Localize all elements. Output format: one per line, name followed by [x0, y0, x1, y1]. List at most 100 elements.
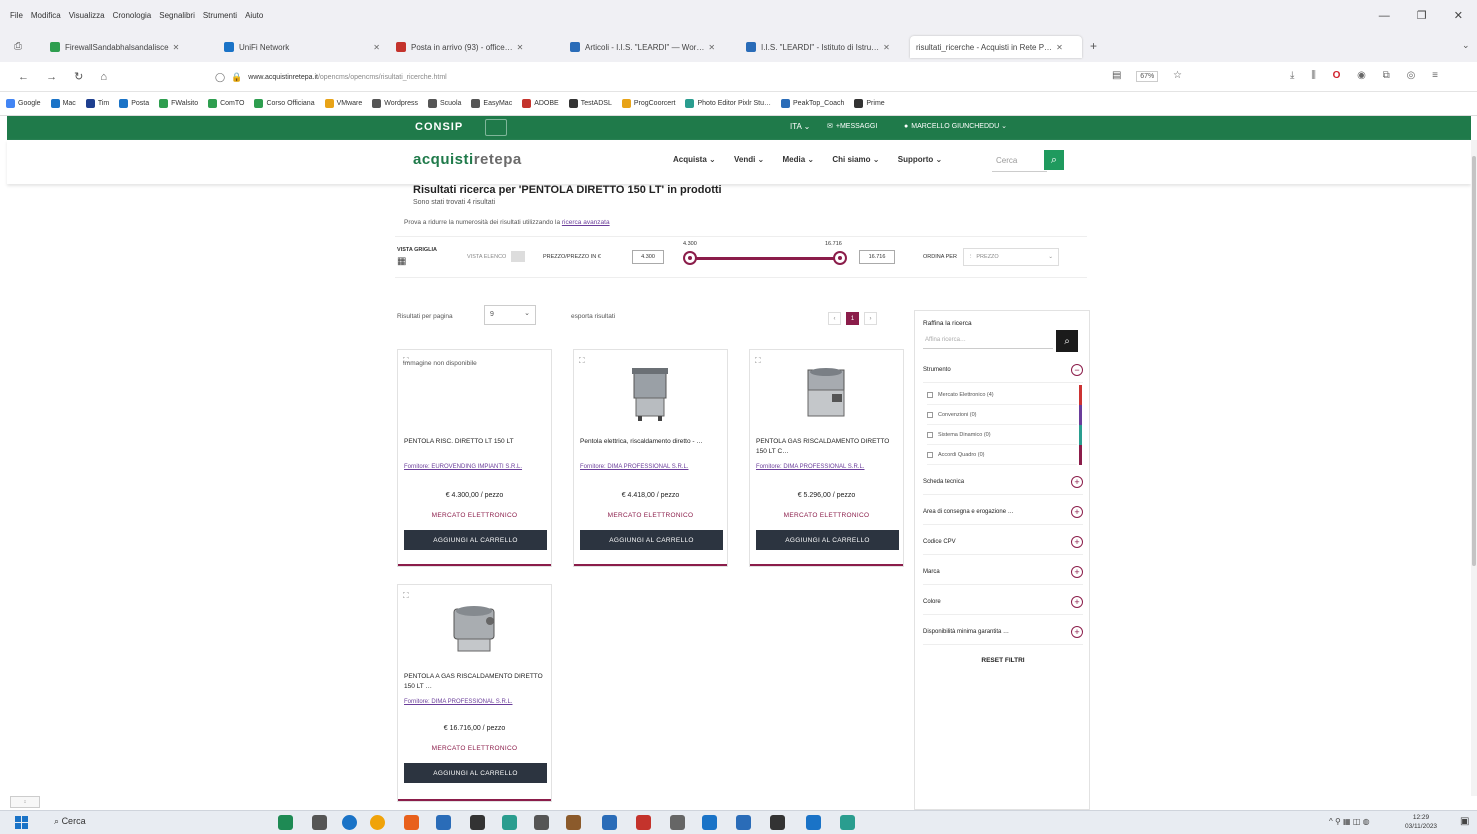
checkbox[interactable]: [927, 391, 933, 398]
tab-risultati[interactable]: risultati_ricerche - Acquisti in Rete P……: [910, 36, 1082, 58]
pagination-prev[interactable]: ‹: [828, 312, 841, 325]
nav-supporto[interactable]: Supporto ⌄: [898, 155, 942, 164]
product-image[interactable]: [450, 599, 498, 657]
bookmark-item[interactable]: Mac: [50, 99, 76, 108]
expand-icon[interactable]: +: [1071, 626, 1083, 638]
taskbar-search[interactable]: ⌕ Cerca: [54, 816, 86, 827]
bookmark-item[interactable]: Corso Officiana: [254, 99, 315, 108]
home-icon[interactable]: ⌂: [100, 71, 107, 83]
facet-area-consegna[interactable]: Area di consegna e erogazione … +: [923, 501, 1083, 525]
close-icon[interactable]: ✕: [1454, 10, 1463, 22]
facet-scheda-tecnica[interactable]: Scheda tecnica +: [923, 471, 1083, 495]
account-icon[interactable]: ◎: [1407, 70, 1416, 81]
user-menu[interactable]: ● MARCELLO GIUNCHEDDU ⌄: [904, 122, 1007, 131]
app-icon[interactable]: [566, 815, 581, 830]
new-tab-icon[interactable]: +: [1090, 39, 1097, 53]
expand-icon[interactable]: +: [1071, 596, 1083, 608]
page-scrollbar-thumb[interactable]: [1472, 156, 1476, 566]
windows-start-icon[interactable]: [15, 816, 28, 829]
product-supplier-link[interactable]: Fornitore: EUROVENDING IMPIANTI S.R.L.: [404, 464, 547, 470]
app-icon[interactable]: [806, 815, 821, 830]
checkbox[interactable]: [927, 431, 933, 438]
menu-item[interactable]: Segnalibri: [159, 11, 195, 20]
hamburger-menu-icon[interactable]: ≡: [1432, 70, 1438, 81]
tab-list-icon[interactable]: ⎙: [14, 41, 22, 52]
menu-item[interactable]: Strumenti: [203, 11, 237, 20]
collapse-icon[interactable]: −: [1071, 364, 1083, 376]
pagination-current[interactable]: 1: [846, 312, 859, 325]
list-view-label[interactable]: VISTA ELENCO: [467, 254, 506, 260]
product-name[interactable]: PENTOLA A GAS RISCALDAMENTO DIRETTO 150 …: [404, 672, 547, 692]
facet-option[interactable]: Convenzioni (0): [927, 405, 1077, 425]
app-icon[interactable]: [840, 815, 855, 830]
firefox-icon[interactable]: [404, 815, 419, 830]
expand-icon[interactable]: +: [1071, 506, 1083, 518]
product-image[interactable]: [626, 364, 674, 422]
app-icon[interactable]: [602, 815, 617, 830]
app-icon[interactable]: [470, 815, 485, 830]
add-to-cart-button[interactable]: AGGIUNGI AL CARRELLO: [756, 530, 899, 550]
tab-articoli[interactable]: Articoli - I.I.S. "LEARDI" — Wor… ✕: [564, 36, 736, 58]
tab-close-icon[interactable]: ✕: [517, 43, 524, 52]
bookmark-item[interactable]: TestADSL: [568, 99, 612, 108]
bookmark-item[interactable]: Wordpress: [372, 99, 418, 108]
address-bar[interactable]: ◯ 🔒 www.acquistinretepa.it /opencms/open…: [215, 69, 1115, 85]
tab-firewall[interactable]: FirewallSandabhalsandalisce ✕: [44, 36, 214, 58]
pagination-next[interactable]: ›: [864, 312, 877, 325]
expand-icon[interactable]: +: [1071, 536, 1083, 548]
tab-unifi[interactable]: UniFi Network ✕: [218, 36, 386, 58]
tab-posta[interactable]: Posta in arrivo (93) - office… ✕: [390, 36, 560, 58]
bookmark-item[interactable]: ComTO: [208, 99, 244, 108]
add-to-cart-button[interactable]: AGGIUNGI AL CARRELLO: [580, 530, 723, 550]
checkbox[interactable]: [927, 411, 933, 418]
menu-item[interactable]: File: [10, 11, 23, 20]
product-name[interactable]: PENTOLA GAS RISCALDAMENTO DIRETTO 150 LT…: [756, 437, 899, 457]
reload-icon[interactable]: ↻: [74, 71, 83, 83]
site-search-button[interactable]: ⌕: [1044, 150, 1064, 170]
app-icon[interactable]: [636, 815, 651, 830]
facet-option[interactable]: Accordi Quadro (0): [927, 445, 1077, 465]
facet-colore[interactable]: Colore +: [923, 591, 1083, 615]
export-results-link[interactable]: esporta risultati: [571, 313, 615, 320]
app-icon[interactable]: [670, 815, 685, 830]
facet-scrollbar[interactable]: [1079, 385, 1082, 465]
advanced-search-link[interactable]: ricerca avanzata: [562, 219, 610, 226]
price-min-input[interactable]: 4.300: [632, 250, 664, 264]
bookmark-item[interactable]: ADOBE: [522, 99, 559, 108]
tab-leardi[interactable]: I.I.S. "LEARDI" - Istituto di Istru… ✕: [740, 36, 908, 58]
puzzle-icon[interactable]: ⧉: [1383, 70, 1390, 81]
nav-vendi[interactable]: Vendi ⌄: [734, 155, 764, 164]
refine-search-input[interactable]: Affina ricerca…: [923, 331, 1053, 349]
facet-option[interactable]: Sistema Dinamico (0): [927, 425, 1077, 445]
expand-icon[interactable]: +: [1071, 566, 1083, 578]
bookmark-item[interactable]: Tim: [85, 99, 109, 108]
add-to-cart-button[interactable]: AGGIUNGI AL CARRELLO: [404, 530, 547, 550]
nav-chi-siamo[interactable]: Chi siamo ⌄: [832, 155, 879, 164]
forward-icon[interactable]: →: [46, 71, 57, 83]
app-icon[interactable]: [702, 815, 717, 830]
menu-item[interactable]: Modifica: [31, 11, 61, 20]
whatsapp-icon[interactable]: [278, 815, 293, 830]
page-scrollbar[interactable]: [1471, 140, 1477, 796]
refine-search-button[interactable]: ⌕: [1056, 330, 1078, 352]
bookmark-item[interactable]: FWalsito: [159, 99, 198, 108]
checkbox[interactable]: [927, 451, 933, 458]
clock[interactable]: 12:29 03/11/2023: [1405, 813, 1437, 831]
app-icon[interactable]: [502, 815, 517, 830]
price-slider-track[interactable]: [690, 257, 840, 260]
product-name[interactable]: Pentola elettrica, riscaldamento diretto…: [580, 437, 723, 447]
tab-close-icon[interactable]: ✕: [1056, 43, 1063, 52]
bookmark-item[interactable]: ProgCoorcert: [621, 99, 675, 108]
language-select[interactable]: ITA ⌄: [790, 122, 810, 131]
price-max-input[interactable]: 16.716: [859, 250, 895, 264]
facet-marca[interactable]: Marca +: [923, 561, 1083, 585]
product-name[interactable]: PENTOLA RISC. DIRETTO LT 150 LT: [404, 437, 547, 447]
app-icon[interactable]: [736, 815, 751, 830]
maximize-icon[interactable]: ❐: [1417, 10, 1427, 22]
nav-media[interactable]: Media ⌄: [782, 155, 814, 164]
site-search-input[interactable]: Cerca: [992, 150, 1047, 172]
back-icon[interactable]: ←: [18, 71, 29, 83]
menu-item[interactable]: Aiuto: [245, 11, 263, 20]
chrome-icon[interactable]: [370, 815, 385, 830]
opera-icon[interactable]: O: [1333, 70, 1341, 81]
